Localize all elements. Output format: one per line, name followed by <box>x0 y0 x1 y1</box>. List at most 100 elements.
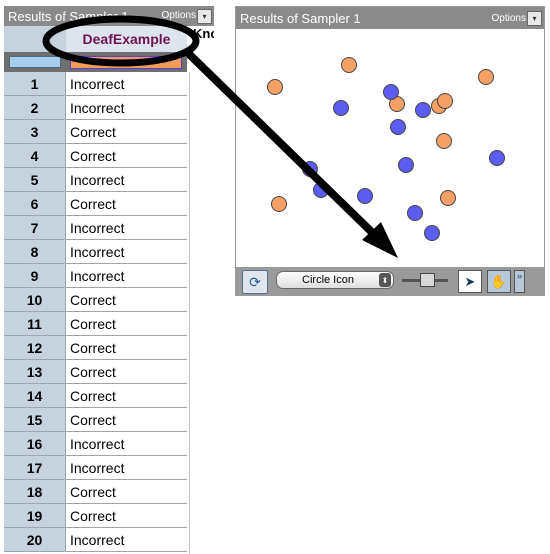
table-options-menu[interactable]: Options <box>162 10 196 21</box>
scatter-point[interactable] <box>415 102 431 118</box>
row-value-cell[interactable]: Correct <box>66 120 187 143</box>
row-value-cell[interactable]: Correct <box>66 480 187 503</box>
row-index-cell[interactable]: 20 <box>4 528 66 551</box>
table-row[interactable]: 20 Incorrect <box>4 528 187 552</box>
row-index-cell[interactable]: 7 <box>4 216 66 239</box>
row-index-cell[interactable]: 13 <box>4 360 66 383</box>
row-value-cell[interactable]: Incorrect <box>66 72 187 95</box>
scatter-point[interactable] <box>489 150 505 166</box>
row-index-cell[interactable]: 4 <box>4 144 66 167</box>
row-index-cell[interactable]: 11 <box>4 312 66 335</box>
table-row[interactable]: 18 Correct <box>4 480 187 504</box>
next-attribute-column-header[interactable]: Kno <box>189 26 214 52</box>
scatter-point[interactable] <box>267 79 283 95</box>
row-index-cell[interactable]: 14 <box>4 384 66 407</box>
row-index-cell[interactable]: 12 <box>4 336 66 359</box>
scatter-point[interactable] <box>390 119 406 135</box>
row-index-cell[interactable]: 17 <box>4 456 66 479</box>
attribute-column-header[interactable]: DeafExample <box>66 26 187 53</box>
table-row[interactable]: 16 Incorrect <box>4 432 187 456</box>
row-value-cell[interactable]: Correct <box>66 192 187 215</box>
row-index-cell[interactable]: 2 <box>4 96 66 119</box>
scatter-plot-area[interactable] <box>236 29 544 267</box>
table-options-dropdown-icon[interactable]: ▾ <box>197 9 212 24</box>
icon-size-slider[interactable] <box>402 273 448 287</box>
row-value-cell[interactable]: Incorrect <box>66 168 187 191</box>
table-rows: 1 Incorrect 2 Incorrect 3 Correct 4 Correct 5 Inc… <box>4 72 187 552</box>
icon-type-select[interactable]: Circle Icon ⬍ <box>276 271 394 289</box>
graph-options-dropdown-icon[interactable]: ▾ <box>527 11 542 26</box>
table-row[interactable]: 11 Correct <box>4 312 187 336</box>
table-row[interactable]: 17 Incorrect <box>4 456 187 480</box>
table-row[interactable]: 15 Correct <box>4 408 187 432</box>
row-index-cell[interactable]: 19 <box>4 504 66 527</box>
row-value-cell[interactable]: Incorrect <box>66 216 187 239</box>
table-row[interactable]: 5 Incorrect <box>4 168 187 192</box>
scatter-point[interactable] <box>333 100 349 116</box>
refresh-button[interactable]: ⟳ <box>242 270 268 294</box>
row-index-cell[interactable]: 6 <box>4 192 66 215</box>
table-row[interactable]: 2 Incorrect <box>4 96 187 120</box>
index-column-header <box>4 26 67 53</box>
row-index-cell[interactable]: 10 <box>4 288 66 311</box>
row-value-cell[interactable]: Correct <box>66 144 187 167</box>
table-vertical-scroll-area[interactable] <box>189 72 214 554</box>
drag-tool-button[interactable]: ✋ <box>487 270 511 293</box>
row-value-cell[interactable]: Incorrect <box>66 528 187 551</box>
scatter-point[interactable] <box>407 205 423 221</box>
row-index-cell[interactable]: 16 <box>4 432 66 455</box>
select-tool-button[interactable]: ➤ <box>458 270 482 293</box>
row-value-cell[interactable]: Correct <box>66 384 187 407</box>
table-row[interactable]: 12 Correct <box>4 336 187 360</box>
table-row[interactable]: 19 Correct <box>4 504 187 528</box>
row-index-cell[interactable]: 3 <box>4 120 66 143</box>
row-value-cell[interactable]: Correct <box>66 312 187 335</box>
graph-options-menu[interactable]: Options <box>492 13 526 24</box>
row-value-cell[interactable]: Correct <box>66 408 187 431</box>
row-value-cell[interactable]: Incorrect <box>66 264 187 287</box>
more-tools-button[interactable]: » <box>514 270 525 293</box>
table-row[interactable]: 10 Correct <box>4 288 187 312</box>
row-value-cell[interactable]: Incorrect <box>66 96 187 119</box>
row-index-cell[interactable]: 15 <box>4 408 66 431</box>
table-titlebar[interactable]: Results of Sampler 1 Options ▾ <box>4 6 214 26</box>
table-row[interactable]: 1 Incorrect <box>4 72 187 96</box>
scatter-point[interactable] <box>341 57 357 73</box>
table-row[interactable]: 13 Correct <box>4 360 187 384</box>
row-value-cell[interactable]: Correct <box>66 336 187 359</box>
scatter-point[interactable] <box>271 196 287 212</box>
row-index-cell[interactable]: 5 <box>4 168 66 191</box>
scatter-point[interactable] <box>313 182 329 198</box>
scatter-point[interactable] <box>436 133 452 149</box>
scatter-point[interactable] <box>478 69 494 85</box>
graph-titlebar[interactable]: Results of Sampler 1 Options ▾ <box>236 7 544 29</box>
row-value-cell[interactable]: Incorrect <box>66 456 187 479</box>
index-color-swatch[interactable] <box>9 56 61 68</box>
scatter-point[interactable] <box>437 93 453 109</box>
table-row[interactable]: 9 Incorrect <box>4 264 187 288</box>
row-index-cell[interactable]: 8 <box>4 240 66 263</box>
row-value-cell[interactable]: Incorrect <box>66 240 187 263</box>
row-index-cell[interactable]: 1 <box>4 72 66 95</box>
row-index-cell[interactable]: 18 <box>4 480 66 503</box>
scatter-point[interactable] <box>357 188 373 204</box>
row-value-cell[interactable]: Correct <box>66 360 187 383</box>
scatter-point[interactable] <box>440 190 456 206</box>
slider-knob[interactable] <box>420 273 435 287</box>
scatter-point[interactable] <box>424 225 440 241</box>
table-row[interactable]: 6 Correct <box>4 192 187 216</box>
attribute-color-swatch[interactable] <box>70 56 182 69</box>
row-value-cell[interactable]: Correct <box>66 504 187 527</box>
table-row[interactable]: 8 Incorrect <box>4 240 187 264</box>
table-row[interactable]: 14 Correct <box>4 384 187 408</box>
row-value-cell[interactable]: Correct <box>66 288 187 311</box>
row-value-cell[interactable]: Incorrect <box>66 432 187 455</box>
table-row[interactable]: 7 Incorrect <box>4 216 187 240</box>
scatter-point[interactable] <box>398 157 414 173</box>
row-index-cell[interactable]: 9 <box>4 264 66 287</box>
table-row[interactable]: 3 Correct <box>4 120 187 144</box>
case-table-window: Results of Sampler 1 Options ▾ DeafExamp… <box>4 6 214 554</box>
table-row[interactable]: 4 Correct <box>4 144 187 168</box>
scatter-point[interactable] <box>383 84 399 100</box>
scatter-point[interactable] <box>302 161 318 177</box>
